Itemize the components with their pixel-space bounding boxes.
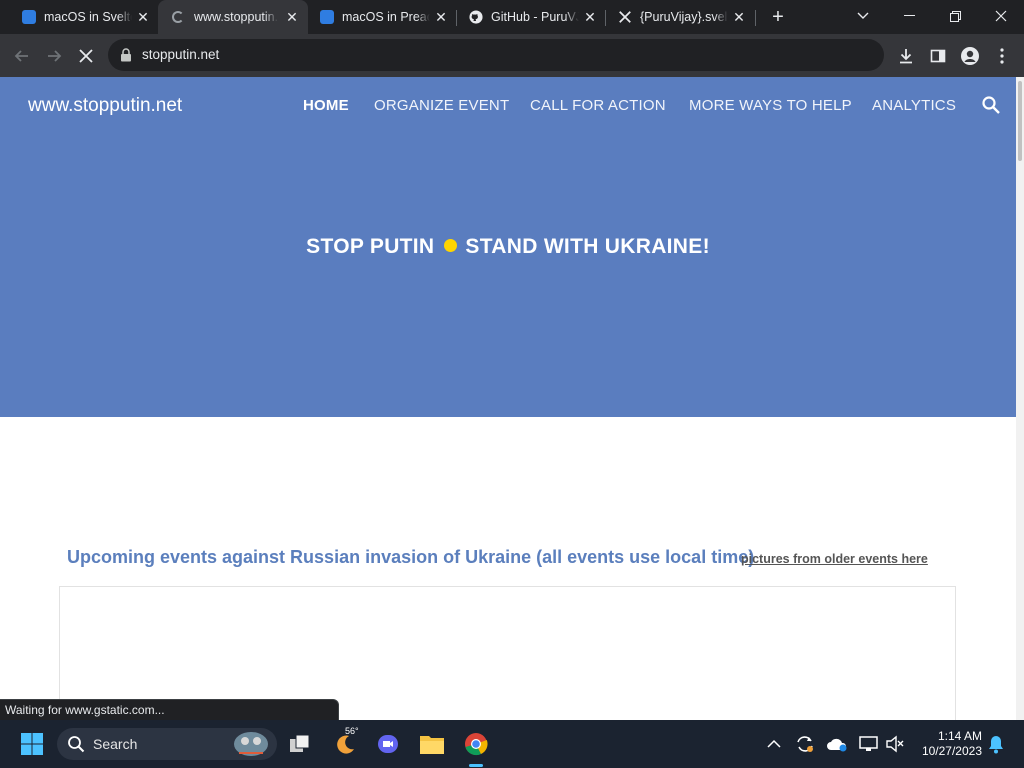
loading-spinner-icon <box>172 11 184 23</box>
onedrive-icon[interactable] <box>821 728 853 760</box>
search-highlight-illustration-icon <box>234 732 268 756</box>
nav-organize-event[interactable]: ORGANIZE EVENT <box>374 97 509 114</box>
older-events-link[interactable]: pictures from older events here <box>741 552 928 566</box>
lock-icon[interactable] <box>120 48 132 62</box>
x-logo-icon <box>619 11 631 23</box>
chrome-icon[interactable] <box>460 728 492 760</box>
menu-kebab-icon[interactable] <box>990 44 1014 68</box>
tab-title: macOS in Svelte <box>44 10 132 24</box>
tab-strip: macOS in Svelte ✕ www.stopputin.net ✕ ma… <box>0 0 1024 34</box>
close-window-button[interactable] <box>978 0 1024 32</box>
close-tab-icon[interactable]: ✕ <box>134 8 152 26</box>
search-icon <box>68 736 85 753</box>
nav-more-ways-to-help[interactable]: MORE WAYS TO HELP <box>689 97 852 114</box>
restore-button[interactable] <box>932 0 978 32</box>
site-logo-text[interactable]: www.stopputin.net <box>28 95 182 117</box>
new-tab-button[interactable]: + <box>767 6 789 28</box>
tab-github[interactable]: GitHub - PuruVJ/macos-web ✕ <box>447 0 607 34</box>
tab-macos-preact[interactable]: macOS in Preact ✕ <box>298 0 458 34</box>
page-scrollbar[interactable] <box>1016 77 1024 720</box>
macos-finder-icon <box>22 10 36 24</box>
address-bar[interactable]: stopputin.net <box>108 39 884 71</box>
browser-window: { "browser": { "tabs": [ {"title": "macO… <box>0 0 1024 768</box>
scrollbar-thumb[interactable] <box>1018 81 1022 161</box>
profile-avatar-icon[interactable] <box>958 44 982 68</box>
tab-x-puruvijay[interactable]: {PuruVijay}.svelte ✕ <box>596 0 756 34</box>
hero-title-left: STOP PUTIN <box>306 235 435 258</box>
nav-call-for-action[interactable]: CALL FOR ACTION <box>530 97 666 114</box>
hero-title: STOP PUTIN STAND WITH UKRAINE! <box>0 235 1016 259</box>
forward-arrow-icon[interactable] <box>42 44 66 68</box>
tab-separator <box>755 10 756 26</box>
close-tab-icon[interactable]: ✕ <box>730 8 748 26</box>
taskbar-search-box[interactable]: Search <box>57 728 277 760</box>
clock-time: 1:14 AM <box>937 729 982 743</box>
show-hidden-icons-chevron[interactable] <box>758 728 790 760</box>
web-page: www.stopputin.net HOME ORGANIZE EVENT CA… <box>0 77 1016 720</box>
events-heading: Upcoming events against Russian invasion… <box>67 547 755 567</box>
tab-macos-svelte[interactable]: macOS in Svelte ✕ <box>0 0 160 34</box>
tab-search-chevron-icon[interactable] <box>840 0 886 32</box>
file-explorer-icon[interactable] <box>416 728 448 760</box>
macos-finder-icon <box>320 10 334 24</box>
task-view-icon[interactable] <box>284 728 316 760</box>
sync-icon[interactable] <box>789 728 821 760</box>
download-icon[interactable] <box>894 44 918 68</box>
weather-temperature: 56° <box>345 726 359 736</box>
hero-title-right: STAND WITH UKRAINE! <box>465 235 710 258</box>
hero-banner: www.stopputin.net HOME ORGANIZE EVENT CA… <box>0 77 1016 417</box>
tab-stopputin[interactable]: www.stopputin.net ✕ <box>158 0 308 34</box>
tab-title: {PuruVijay}.svelte <box>640 10 728 24</box>
clock-date: 10/27/2023 <box>921 744 982 758</box>
taskbar-clock[interactable]: 1:14 AM 10/27/2023 <box>916 729 982 759</box>
github-icon <box>469 10 483 24</box>
minimize-button[interactable] <box>886 0 932 32</box>
tab-title: www.stopputin.net <box>194 10 278 24</box>
status-bubble: Waiting for www.gstatic.com... <box>0 699 339 721</box>
windows-start-icon[interactable] <box>16 728 48 760</box>
url-text[interactable]: stopputin.net <box>142 47 219 62</box>
nav-home[interactable]: HOME <box>303 97 349 114</box>
taskbar-search-label: Search <box>93 736 138 752</box>
stop-loading-icon[interactable] <box>74 44 98 68</box>
nav-analytics[interactable]: ANALYTICS <box>872 97 956 114</box>
tab-title: macOS in Preact <box>342 10 430 24</box>
yellow-dot-icon <box>444 239 458 253</box>
back-arrow-icon[interactable] <box>10 44 34 68</box>
side-panel-icon[interactable] <box>926 44 950 68</box>
active-app-indicator <box>469 764 483 767</box>
search-icon[interactable] <box>981 95 1001 115</box>
tab-title: GitHub - PuruVJ/macos-web <box>491 10 579 24</box>
volume-muted-icon[interactable] <box>879 728 911 760</box>
teams-chat-icon[interactable] <box>372 728 404 760</box>
notifications-bell-icon[interactable] <box>980 728 1012 760</box>
